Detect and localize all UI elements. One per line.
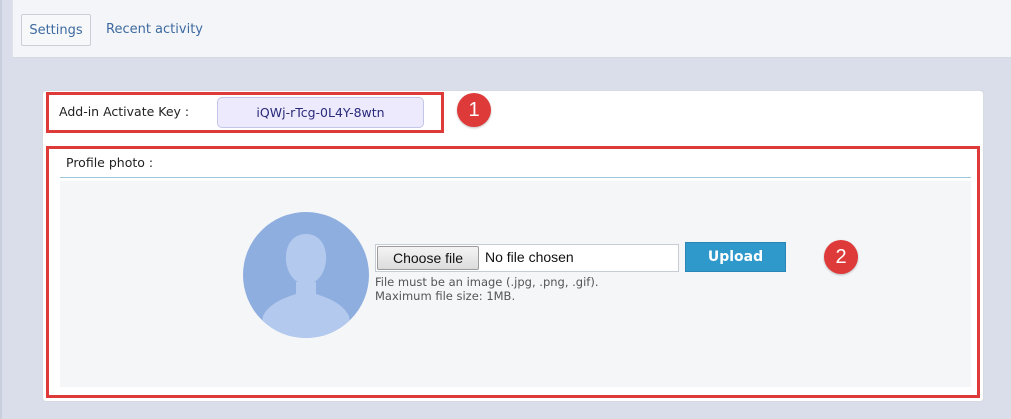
upload-button[interactable]: Upload	[685, 242, 786, 272]
page-background: Settings Recent activity Add-in Activate…	[0, 0, 1011, 419]
callout-badge-1: 1	[457, 93, 491, 127]
profile-photo-title: Profile photo :	[66, 155, 154, 170]
profile-photo-divider	[60, 177, 971, 178]
tab-recent-activity[interactable]: Recent activity	[99, 14, 210, 46]
default-user-avatar-icon	[243, 212, 369, 338]
callout-badge-2: 2	[824, 240, 858, 274]
tab-settings[interactable]: Settings	[21, 14, 91, 46]
choose-file-button[interactable]: Choose file	[377, 246, 479, 270]
addin-key-value[interactable]: iQWj-rTcg-0L4Y-8wtn	[217, 97, 424, 128]
file-name-status: No file chosen	[485, 249, 574, 265]
addin-key-label: Add-in Activate Key :	[59, 104, 190, 119]
file-format-hint: File must be an image (.jpg, .png, .gif)…	[375, 275, 599, 289]
file-size-hint: Maximum file size: 1MB.	[375, 289, 516, 303]
